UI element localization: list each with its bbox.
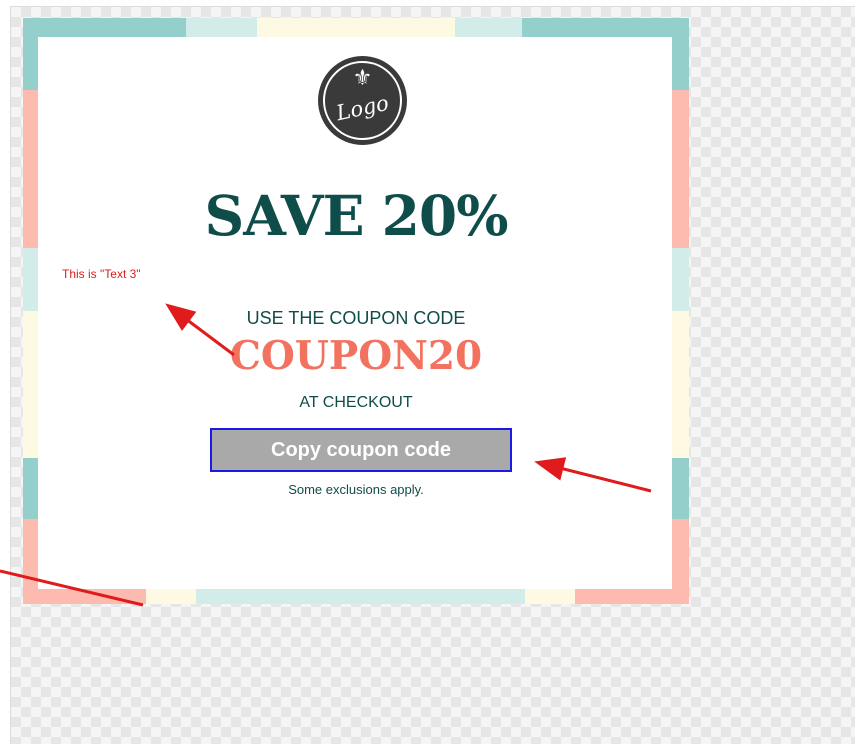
arrow-to-copy-button <box>534 457 652 493</box>
arrow-to-frame <box>0 569 144 607</box>
arrow-to-annotation-label <box>165 303 235 357</box>
annotation-arrows <box>0 303 652 607</box>
